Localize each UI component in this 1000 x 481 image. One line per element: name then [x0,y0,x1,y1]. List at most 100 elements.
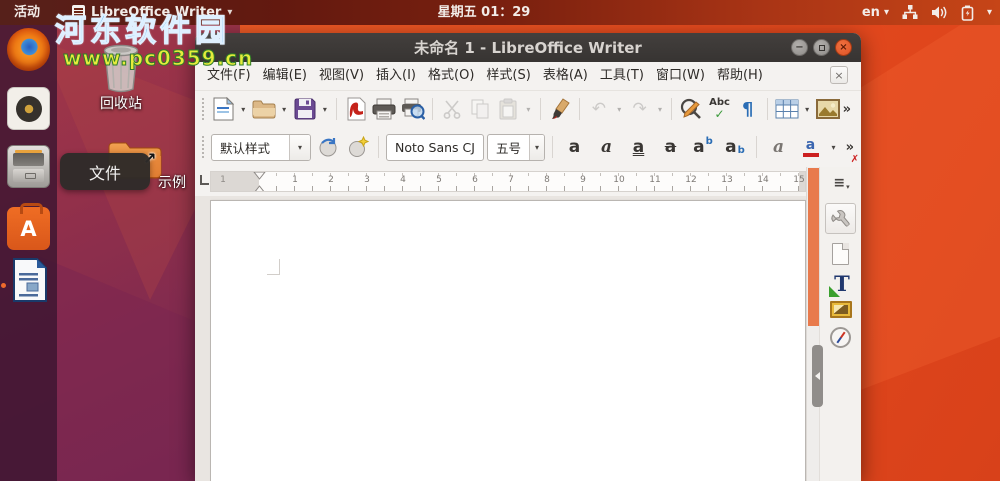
export-pdf-button[interactable] [343,95,369,124]
paragraph-style-combo[interactable]: 默认样式 ▾ [211,133,311,161]
print-button[interactable] [371,95,397,124]
strikethrough-button[interactable]: a [656,132,685,162]
font-color-dropdown[interactable]: ▾ [828,133,839,162]
font-color-button[interactable]: a [796,132,825,162]
bold-button[interactable]: a [560,132,589,162]
app-menu-label: LibreOffice Writer [91,5,222,20]
document-workspace[interactable] [195,196,806,481]
menu-item[interactable]: 编辑(E) [257,62,313,90]
ruler-number: 10 [613,175,625,185]
menu-item[interactable]: 格式(O) [422,62,480,90]
minimize-button[interactable]: − [791,39,808,56]
menu-item[interactable]: 窗口(W) [650,62,711,90]
sidebar-splitter-handle[interactable] [812,345,823,407]
copy-button[interactable] [467,95,493,124]
title-bar[interactable]: 未命名 1 - LibreOffice Writer − × [195,33,861,62]
tab-stop-type-icon[interactable] [200,175,209,185]
menu-item[interactable]: 帮助(H) [711,62,769,90]
indent-markers[interactable] [253,171,266,192]
network-icon[interactable] [902,5,918,20]
toolbar-separator [578,98,580,120]
sidebar-settings-button[interactable]: ≡ ▾ [829,171,853,195]
trash-icon[interactable] [98,42,144,94]
ruler-number: 13 [721,175,733,185]
speaker-icon [15,95,42,122]
sidebar-tab-properties[interactable] [825,203,856,234]
new-document-button[interactable] [210,95,236,124]
chevron-down-icon[interactable]: ▾ [289,134,310,160]
dock-item-ubuntu-software[interactable]: A [7,203,50,250]
new-document-dropdown[interactable]: ▾ [238,95,249,124]
toolbar-grip[interactable] [201,97,206,121]
open-dropdown[interactable]: ▾ [279,95,290,124]
font-name-combo[interactable]: Noto Sans CJ ▾ [386,133,484,161]
paste-dropdown[interactable]: ▾ [523,95,534,124]
chevron-down-icon[interactable]: ▾ [529,134,544,160]
dock-item-rhythmbox[interactable] [7,87,50,130]
sidebar-tab-styles[interactable]: T [829,271,854,297]
menu-item[interactable]: 文件(F) [201,62,257,90]
clone-formatting-button[interactable] [547,95,573,124]
sidebar-tab-gallery[interactable] [830,301,852,318]
keyboard-layout-indicator[interactable]: en ▾ [862,5,889,20]
ruler-number: 4 [400,175,406,185]
superscript-button[interactable]: ab [688,132,717,162]
menu-item[interactable]: 插入(I) [370,62,422,90]
undo-button[interactable]: ↶ [586,95,612,124]
menu-item[interactable]: 表格(A) [537,62,594,90]
update-style-button[interactable] [314,133,341,162]
dock-item-files[interactable] [7,145,50,188]
close-document-button[interactable]: × [830,66,848,84]
sidebar-tab-page[interactable] [832,243,849,265]
insert-image-button[interactable] [815,95,841,124]
paste-button[interactable] [495,95,521,124]
volume-icon[interactable] [931,5,948,20]
redo-button[interactable]: ↷ [627,95,653,124]
sample-folder-label[interactable]: 示例 [146,172,198,192]
dock-item-libreoffice-writer[interactable] [7,257,50,302]
italic-button[interactable]: a [592,132,621,162]
print-preview-button[interactable] [399,95,425,124]
menu-item[interactable]: 视图(V) [313,62,370,90]
clock[interactable]: 星期五 01：29 [438,0,531,25]
maximize-button[interactable] [813,39,830,56]
app-menu-button[interactable]: LibreOffice Writer ▾ [72,5,232,20]
document-page[interactable] [210,200,806,481]
clear-formatting-button[interactable]: a ✗ [764,132,859,165]
underline-button[interactable]: a [624,132,653,162]
new-style-button[interactable] [344,133,371,162]
save-dropdown[interactable]: ▾ [320,95,331,124]
save-button[interactable] [291,95,317,124]
activities-button[interactable]: 活动 [0,0,54,25]
toolbar-separator [336,98,338,120]
font-name-value: Noto Sans CJ [395,139,475,155]
horizontal-ruler[interactable]: 1 1 2 3 4 5 6 7 8 9 10 11 12 13 14 15 [210,171,806,192]
close-button[interactable]: × [835,39,852,56]
font-size-combo[interactable]: 五号 ▾ [487,133,545,161]
find-replace-button[interactable] [678,95,704,124]
spellcheck-button[interactable]: Abc ✓ [706,95,732,124]
sidebar-tab-navigator[interactable] [830,327,851,348]
chevron-down-icon[interactable]: ▾ [987,7,992,18]
undo-dropdown[interactable]: ▾ [614,95,625,124]
menu-item[interactable]: 工具(T) [594,62,650,90]
chevron-down-icon[interactable]: ▾ [482,134,483,160]
toolbar-overflow-button[interactable]: » [846,140,861,155]
toolbar-overflow-button[interactable]: » [843,102,861,117]
insert-table-dropdown[interactable]: ▾ [802,95,813,124]
writer-app-icon [72,5,86,20]
open-button[interactable] [251,95,277,124]
toolbar-separator [431,98,433,120]
scrollbar-thumb[interactable] [808,168,819,326]
battery-icon[interactable] [961,5,974,21]
formatting-marks-button[interactable]: ¶ [735,95,761,124]
dock-item-firefox[interactable] [7,28,50,71]
toolbar-grip[interactable] [201,135,206,159]
insert-table-button[interactable] [774,95,800,124]
trash-label[interactable]: 回收站 [83,93,159,113]
menu-item[interactable]: 样式(S) [480,62,536,90]
subscript-button[interactable]: ab [720,132,749,162]
redo-dropdown[interactable]: ▾ [655,95,666,124]
cut-button[interactable] [439,95,465,124]
vertical-scrollbar[interactable] [806,167,819,481]
